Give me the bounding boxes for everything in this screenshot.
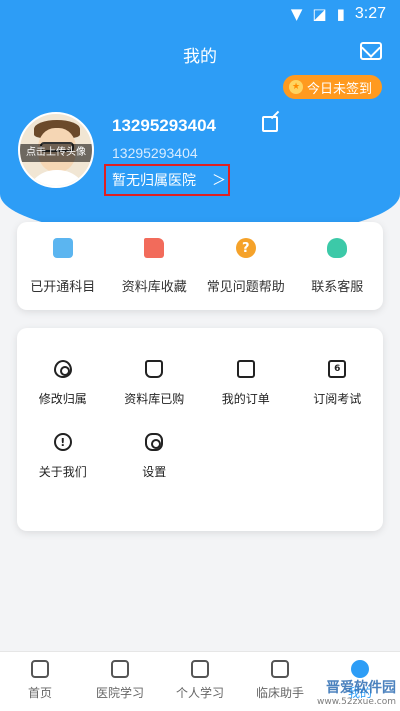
tab-label: 医院学习: [95, 686, 144, 700]
info-icon: !: [53, 433, 72, 451]
quick-action-label: 资料库收藏: [121, 280, 187, 295]
quick-action-help[interactable]: ? 常见问题帮助: [200, 222, 292, 310]
menu-settings[interactable]: 设置: [109, 433, 201, 480]
monitor-icon: [111, 660, 129, 678]
quick-action-favorites[interactable]: 资料库收藏: [109, 222, 201, 310]
hospital-label: 暂无归属医院: [112, 173, 196, 189]
menu-orders[interactable]: 我的订单: [200, 360, 292, 407]
menu-change-affiliation[interactable]: 修改归属: [17, 360, 109, 407]
mail-icon[interactable]: [360, 42, 382, 60]
quick-actions-card: 已开通科目 资料库收藏 ? 常见问题帮助 联系客服: [17, 222, 383, 310]
menu-label: 设置: [142, 465, 167, 479]
gear-icon: [145, 433, 164, 451]
help-icon: ?: [235, 238, 256, 258]
page-title: 我的: [183, 47, 217, 67]
quick-action-label: 常见问题帮助: [206, 280, 285, 295]
book-icon: [52, 238, 73, 258]
tab-personal-study[interactable]: 个人学习: [160, 652, 240, 711]
status-time: 3:27: [354, 5, 386, 22]
wifi-icon: ▼: [290, 5, 303, 23]
signin-label: 今日未签到: [306, 81, 372, 97]
menu-label: 订阅考试: [313, 392, 362, 406]
user-account: 13295293404: [112, 145, 198, 161]
avatar-coat: [26, 170, 88, 186]
menu-purchased[interactable]: 资料库已购: [109, 360, 201, 407]
user-name: 13295293404: [112, 116, 217, 135]
no-signal-icon: ◪: [312, 5, 327, 23]
menu-label: 资料库已购: [124, 392, 185, 406]
menu-label: 修改归属: [38, 392, 87, 406]
hospital-link[interactable]: 暂无归属医院 ＞: [104, 164, 230, 196]
star-icon: ★: [288, 80, 303, 94]
watermark-logo: 晋爱软件园 www.52zxue.com: [264, 655, 396, 709]
status-bar: ▼ ◪ ▮ 3:27: [0, 0, 400, 28]
avatar[interactable]: 点击上传头像: [18, 112, 94, 188]
location-icon: [53, 360, 72, 378]
menu-label: 我的订单: [221, 392, 270, 406]
wallet-icon: [236, 360, 255, 378]
tab-label: 首页: [27, 686, 52, 700]
battery-icon: ▮: [336, 5, 345, 23]
avatar-upload-label: 点击上传头像: [20, 144, 92, 162]
quick-action-service[interactable]: 联系客服: [292, 222, 384, 310]
menu-about[interactable]: ! 关于我们: [17, 433, 109, 480]
watermark-line2: www.52zxue.com: [317, 697, 396, 707]
watermark-line1: 晋爱软件园: [326, 680, 396, 696]
menu-label: 关于我们: [38, 465, 87, 479]
menu-card: 修改归属 资料库已购 我的订单 6 订阅考试 ! 关于我们 设置: [17, 328, 383, 531]
menu-subscribe-exam[interactable]: 6 订阅考试: [292, 360, 384, 407]
quick-action-label: 联系客服: [311, 280, 364, 295]
tab-home[interactable]: 首页: [0, 652, 80, 711]
chevron-right-icon: ＞: [212, 173, 226, 189]
home-icon: [31, 660, 49, 678]
calendar-icon: 6: [328, 360, 347, 378]
quick-action-subjects[interactable]: 已开通科目: [17, 222, 109, 310]
quick-action-label: 已开通科目: [30, 280, 96, 295]
bag-icon: [145, 360, 164, 378]
headset-icon: [327, 238, 348, 258]
signin-button[interactable]: ★ 今日未签到: [282, 75, 382, 99]
edit-icon[interactable]: [262, 116, 278, 132]
book-open-icon: [191, 660, 209, 678]
folder-star-icon: [144, 238, 165, 258]
tab-hospital-study[interactable]: 医院学习: [80, 652, 160, 711]
tab-label: 个人学习: [175, 686, 224, 700]
